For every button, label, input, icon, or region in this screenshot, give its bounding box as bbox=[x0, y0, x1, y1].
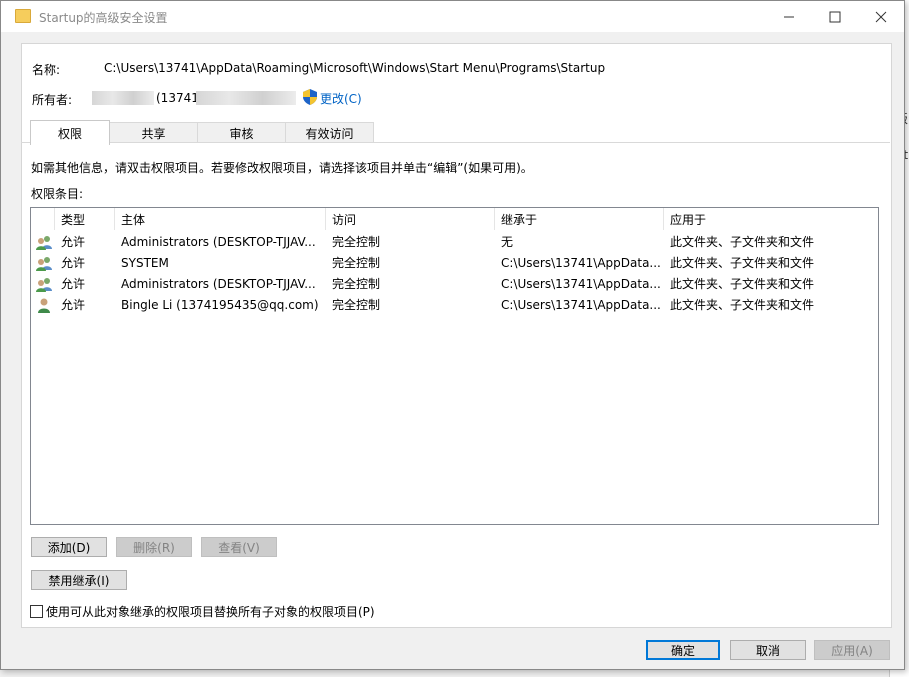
table-row[interactable]: 允许 Bingle Li (1374195435@qq.com) 完全控制 C:… bbox=[31, 295, 876, 316]
cell-inherited: C:\Users\13741\AppData... bbox=[501, 298, 661, 312]
tab-label: 权限 bbox=[57, 126, 82, 141]
maximize-icon bbox=[829, 11, 841, 22]
maximize-button[interactable] bbox=[812, 1, 858, 32]
tab-effective-access[interactable]: 有效访问 bbox=[285, 122, 374, 143]
cell-access: 完全控制 bbox=[332, 298, 381, 312]
cell-type: 允许 bbox=[61, 256, 86, 270]
group-users-icon bbox=[36, 257, 52, 271]
table-row[interactable]: 允许 SYSTEM 完全控制 C:\Users\13741\AppData...… bbox=[31, 253, 876, 274]
group-users-icon bbox=[36, 278, 52, 292]
info-text: 如需其他信息，请双击权限项目。若要修改权限项目，请选择该项目并单击“编辑”(如果… bbox=[31, 161, 533, 175]
column-header-inherited-from[interactable]: 继承于 bbox=[495, 208, 664, 230]
header-label: 访问 bbox=[332, 212, 357, 227]
tab-auditing[interactable]: 审核 bbox=[197, 122, 286, 143]
table-row[interactable]: 允许 Administrators (DESKTOP-TJJAV... 完全控制… bbox=[31, 274, 876, 295]
cell-access: 完全控制 bbox=[332, 277, 381, 291]
add-button[interactable]: 添加(D) bbox=[31, 537, 107, 557]
group-users-icon bbox=[36, 236, 52, 250]
view-button[interactable]: 查看(V) bbox=[201, 537, 277, 557]
tab-sharing[interactable]: 共享 bbox=[109, 122, 198, 143]
cell-principal: Administrators (DESKTOP-TJJAV... bbox=[121, 235, 316, 249]
tab-permissions[interactable]: 权限 bbox=[30, 120, 110, 145]
cell-applies: 此文件夹、子文件夹和文件 bbox=[670, 235, 815, 249]
header-label: 继承于 bbox=[501, 212, 538, 227]
folder-icon bbox=[15, 9, 31, 23]
header-label: 类型 bbox=[61, 212, 86, 227]
cancel-button[interactable]: 取消 bbox=[730, 640, 806, 660]
close-icon bbox=[875, 11, 887, 22]
apply-button[interactable]: 应用(A) bbox=[814, 640, 890, 660]
close-button[interactable] bbox=[858, 1, 904, 32]
header-label: 应用于 bbox=[670, 212, 707, 227]
tabs-region: 权限 共享 审核 有效访问 如需其他信息，请双击权限项目。若要修改权限项目，请选… bbox=[21, 43, 890, 626]
remove-button[interactable]: 删除(R) bbox=[116, 537, 192, 557]
cell-type: 允许 bbox=[61, 277, 86, 291]
cell-applies: 此文件夹、子文件夹和文件 bbox=[670, 277, 815, 291]
tab-label: 共享 bbox=[141, 126, 166, 141]
single-user-icon bbox=[38, 298, 50, 313]
minimize-icon bbox=[784, 16, 794, 17]
cell-applies: 此文件夹、子文件夹和文件 bbox=[670, 256, 815, 270]
cell-principal: Administrators (DESKTOP-TJJAV... bbox=[121, 277, 316, 291]
replace-child-permissions-label[interactable]: 使用可从此对象继承的权限项目替换所有子对象的权限项目(P) bbox=[46, 603, 375, 620]
ok-button[interactable]: 确定 bbox=[646, 640, 720, 660]
minimize-button[interactable] bbox=[766, 1, 812, 32]
cell-inherited: C:\Users\13741\AppData... bbox=[501, 277, 661, 291]
advanced-security-dialog: Startup的高级安全设置 名称: C:\Users\13741\AppDat… bbox=[0, 0, 905, 670]
column-header-access[interactable]: 访问 bbox=[326, 208, 495, 230]
cell-inherited: 无 bbox=[501, 235, 514, 249]
column-header-applies-to[interactable]: 应用于 bbox=[664, 208, 876, 230]
cell-inherited: C:\Users\13741\AppData... bbox=[501, 256, 661, 270]
tab-label: 有效访问 bbox=[305, 126, 354, 141]
column-header-icon[interactable] bbox=[31, 208, 55, 230]
entries-label: 权限条目: bbox=[31, 187, 84, 201]
permission-entries-list[interactable]: 类型 主体 访问 继承于 应用于 允许 Administrators (DESK… bbox=[30, 207, 879, 525]
tab-label: 审核 bbox=[229, 126, 254, 141]
replace-child-permissions-checkbox[interactable] bbox=[30, 605, 43, 618]
column-header-type[interactable]: 类型 bbox=[55, 208, 115, 230]
cell-access: 完全控制 bbox=[332, 235, 381, 249]
header-label: 主体 bbox=[121, 212, 146, 227]
cell-principal: Bingle Li (1374195435@qq.com) bbox=[121, 298, 319, 312]
cell-type: 允许 bbox=[61, 235, 86, 249]
cell-applies: 此文件夹、子文件夹和文件 bbox=[670, 298, 815, 312]
column-header-principal[interactable]: 主体 bbox=[115, 208, 326, 230]
tab-divider bbox=[21, 142, 890, 143]
window-title: Startup的高级安全设置 bbox=[39, 11, 168, 25]
cell-access: 完全控制 bbox=[332, 256, 381, 270]
disable-inheritance-button[interactable]: 禁用继承(I) bbox=[31, 570, 127, 590]
cell-principal: SYSTEM bbox=[121, 256, 169, 270]
table-row[interactable]: 允许 Administrators (DESKTOP-TJJAV... 完全控制… bbox=[31, 232, 876, 253]
title-bar[interactable]: Startup的高级安全设置 bbox=[1, 1, 904, 32]
cell-type: 允许 bbox=[61, 298, 86, 312]
